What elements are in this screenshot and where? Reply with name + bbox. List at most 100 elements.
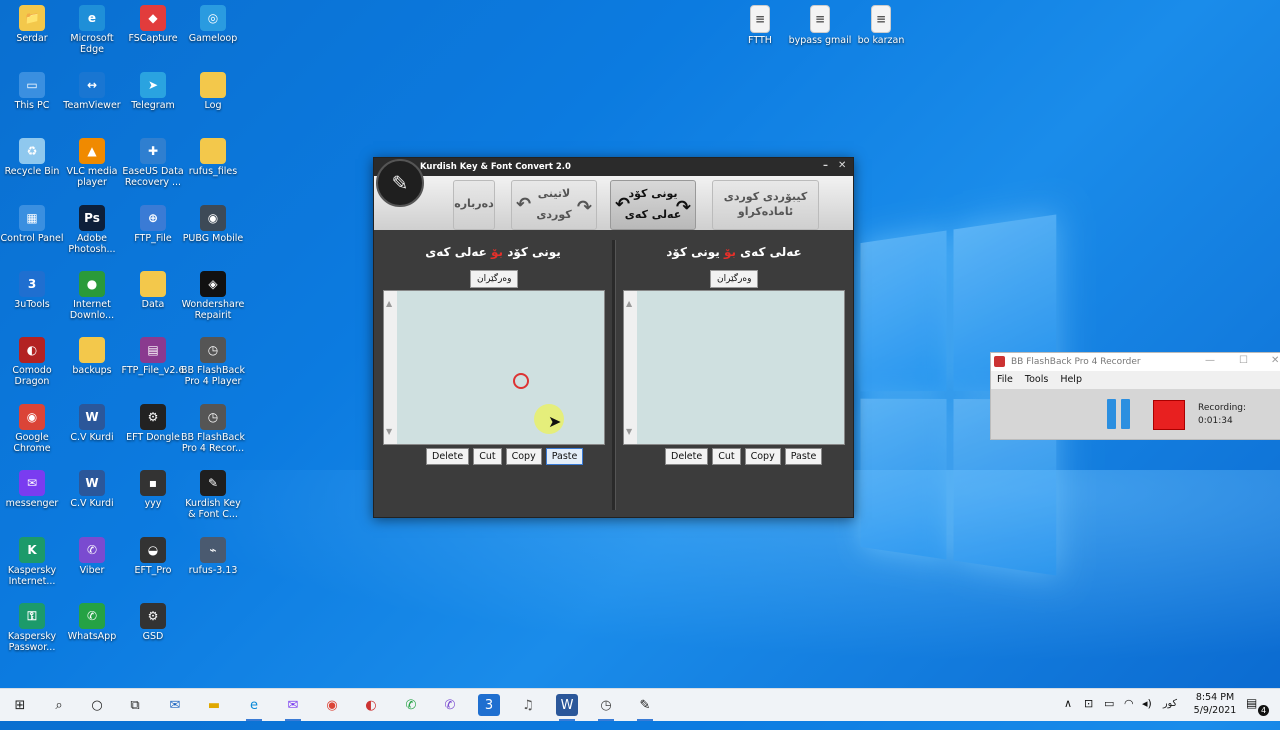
- desktop-icon-comodo[interactable]: ◐ Comodo Dragon: [0, 337, 64, 387]
- file-explorer-icon[interactable]: ▬: [203, 694, 225, 716]
- desktop-icon-pubg[interactable]: ◉ PUBG Mobile: [181, 205, 245, 244]
- edge-taskbar-icon[interactable]: e: [243, 694, 265, 721]
- mail-icon[interactable]: ✉: [164, 694, 186, 716]
- desktop-icon-word-doc[interactable]: W C.V Kurdi: [60, 404, 124, 443]
- desktop-icon-kaspersky-password[interactable]: ⚿ Kaspersky Passwor...: [0, 603, 64, 653]
- desktop-file-2[interactable]: ≡ bo karzan: [849, 5, 913, 46]
- desktop-icon-photoshop[interactable]: Ps Adobe Photosh...: [60, 205, 124, 255]
- right-convert-button[interactable]: وەرگێران: [710, 270, 759, 288]
- menu-tools[interactable]: Tools: [1025, 374, 1048, 385]
- desktop-icon-gameloop[interactable]: ◎ Gameloop: [181, 5, 245, 44]
- unicode-alikey-button[interactable]: ↶ یونی كۆد عەلی كەی ↷: [610, 180, 696, 230]
- scroll-up-icon[interactable]: ▲: [386, 299, 392, 308]
- desktop-icon-folder[interactable]: Log: [181, 72, 245, 111]
- desktop-icon-computer[interactable]: ▭ This PC: [0, 72, 64, 111]
- right-scrollbar[interactable]: ▲ ▼: [624, 291, 637, 444]
- desktop-icon-kurdish-key[interactable]: ✎ Kurdish Key & Font C...: [181, 470, 245, 520]
- desktop-icon-flashback-player[interactable]: ◷ BB FlashBack Pro 4 Player: [181, 337, 245, 387]
- wifi-icon[interactable]: ◠: [1124, 697, 1134, 729]
- scroll-down-icon[interactable]: ▼: [626, 427, 632, 436]
- notification-center-icon[interactable]: ▤: [1246, 696, 1257, 728]
- left-delete-button[interactable]: Delete: [426, 448, 470, 465]
- volume-icon[interactable]: ◂): [1142, 697, 1152, 729]
- show-hidden-icons-icon[interactable]: ∧: [1064, 697, 1072, 729]
- desktop-file-1[interactable]: ≡ bypass gmail: [788, 5, 852, 46]
- scroll-up-icon[interactable]: ▲: [626, 299, 632, 308]
- word-taskbar-icon[interactable]: W: [556, 694, 578, 721]
- minimize-icon[interactable]: —: [1205, 355, 1215, 366]
- desktop-icon-easeus[interactable]: ✚ EaseUS Data Recovery ...: [121, 138, 185, 188]
- recorder-titlebar[interactable]: BB FlashBack Pro 4 Recorder — ☐ ✕: [991, 353, 1280, 371]
- messenger-taskbar-icon[interactable]: ✉: [282, 694, 304, 721]
- minimize-icon[interactable]: –: [823, 160, 828, 171]
- desktop-icon-ftp[interactable]: ⊕ FTP_File: [121, 205, 185, 244]
- desktop-icon-viber[interactable]: ✆ Viber: [60, 537, 124, 576]
- desktop-icon-eft-dongle[interactable]: ⚙ EFT Dongle: [121, 404, 185, 443]
- whatsapp-taskbar-icon[interactable]: ✆: [400, 694, 422, 716]
- desktop-icon-chrome[interactable]: ◉ Google Chrome: [0, 404, 64, 454]
- desktop-icon-edge[interactable]: e Microsoft Edge: [60, 5, 124, 55]
- kurdish-key-taskbar-icon[interactable]: ✎: [634, 694, 656, 721]
- pause-button[interactable]: [1107, 399, 1133, 429]
- desktop-icon-flashback-recorder[interactable]: ◷ BB FlashBack Pro 4 Recor...: [181, 404, 245, 454]
- desktop-icon-whatsapp[interactable]: ✆ WhatsApp: [60, 603, 124, 642]
- menu-help[interactable]: Help: [1060, 374, 1082, 385]
- desktop-icon-user-folder[interactable]: 📁 Serdar: [0, 5, 64, 44]
- app-titlebar[interactable]: Kurdish Key & Font Convert 2.0 – ✕: [374, 158, 853, 176]
- left-paste-button[interactable]: Paste: [545, 448, 584, 465]
- desktop-icon-messenger[interactable]: ✉ messenger: [0, 470, 64, 509]
- left-copy-button[interactable]: Copy: [505, 448, 542, 465]
- right-delete-button[interactable]: Delete: [665, 448, 709, 465]
- desktop-icon-teamviewer[interactable]: ↔ TeamViewer: [60, 72, 124, 111]
- desktop-icon-fscapture[interactable]: ◆ FSCapture: [121, 5, 185, 44]
- kurdish-keyboard-button[interactable]: كیبۆردی كوردی ئامادەكراو: [712, 180, 819, 230]
- desktop-icon-3utools[interactable]: 3 3uTools: [0, 271, 64, 310]
- left-convert-button[interactable]: وەرگێران: [470, 270, 519, 288]
- 3utools-taskbar-icon[interactable]: 3: [478, 694, 500, 716]
- desktop-icon-word-doc[interactable]: W C.V Kurdi: [60, 470, 124, 509]
- viber-taskbar-icon[interactable]: ✆: [439, 694, 461, 716]
- menu-file[interactable]: File: [997, 374, 1013, 385]
- flashback-taskbar-icon[interactable]: ◷: [595, 694, 617, 721]
- close-icon[interactable]: ✕: [838, 160, 846, 171]
- left-text-area[interactable]: ▲ ▼: [383, 290, 605, 445]
- desktop-icon-idm[interactable]: ● Internet Downlo...: [60, 271, 124, 321]
- scroll-down-icon[interactable]: ▼: [386, 427, 392, 436]
- desktop-icon-usb[interactable]: ⌁ rufus-3.13: [181, 537, 245, 576]
- desktop-icon-file[interactable]: ▪ yyy: [121, 470, 185, 509]
- cortana-icon[interactable]: ○: [86, 694, 108, 716]
- left-cut-button[interactable]: Cut: [473, 448, 502, 465]
- network-icon[interactable]: ⊡: [1084, 697, 1093, 729]
- right-paste-button[interactable]: Paste: [784, 448, 823, 465]
- desktop-icon-recycle-bin[interactable]: ♻ Recycle Bin: [0, 138, 64, 177]
- desktop-icon-kaspersky[interactable]: K Kaspersky Internet...: [0, 537, 64, 587]
- search-icon[interactable]: ⌕: [48, 694, 70, 716]
- left-scrollbar[interactable]: ▲ ▼: [384, 291, 397, 444]
- desktop-icon-wondershare[interactable]: ◈ Wondershare Repairit: [181, 271, 245, 321]
- desktop-icon-folder[interactable]: rufus_files: [181, 138, 245, 177]
- right-cut-button[interactable]: Cut: [712, 448, 741, 465]
- stop-button[interactable]: [1153, 400, 1185, 430]
- maximize-icon[interactable]: ☐: [1239, 355, 1248, 366]
- desktop-icon-folder[interactable]: Data: [121, 271, 185, 310]
- desktop-icon-gsd[interactable]: ⚙ GSD: [121, 603, 185, 642]
- desktop-icon-archive[interactable]: ▤ FTP_File_v2.6: [121, 337, 185, 376]
- right-copy-button[interactable]: Copy: [744, 448, 781, 465]
- desktop-icon-telegram[interactable]: ➤ Telegram: [121, 72, 185, 111]
- desktop-icon-control-panel[interactable]: ▦ Control Panel: [0, 205, 64, 244]
- start-windows-icon[interactable]: ⊞: [9, 694, 31, 716]
- desktop-file-0[interactable]: ≡ FTTH: [728, 5, 792, 46]
- clock[interactable]: 8:54 PM 5/9/2021: [1191, 691, 1239, 723]
- battery-icon[interactable]: ▭: [1104, 697, 1114, 729]
- latin-kurdish-button[interactable]: ↶ لاتینی كوردی ↷: [511, 180, 597, 230]
- about-button[interactable]: دەربارە: [453, 180, 495, 230]
- task-view-icon[interactable]: ⧉: [124, 694, 146, 716]
- desktop-icon-eft-pro[interactable]: ◒ EFT_Pro: [121, 537, 185, 576]
- itunes-taskbar-icon[interactable]: ♫: [517, 694, 539, 716]
- right-text-area[interactable]: ▲ ▼: [623, 290, 845, 445]
- desktop-icon-vlc[interactable]: ▲ VLC media player: [60, 138, 124, 188]
- desktop-icon-folder[interactable]: backups: [60, 337, 124, 376]
- close-icon[interactable]: ✕: [1271, 355, 1279, 366]
- chrome-taskbar-icon[interactable]: ◉: [321, 694, 343, 716]
- language-indicator[interactable]: كور: [1163, 698, 1177, 730]
